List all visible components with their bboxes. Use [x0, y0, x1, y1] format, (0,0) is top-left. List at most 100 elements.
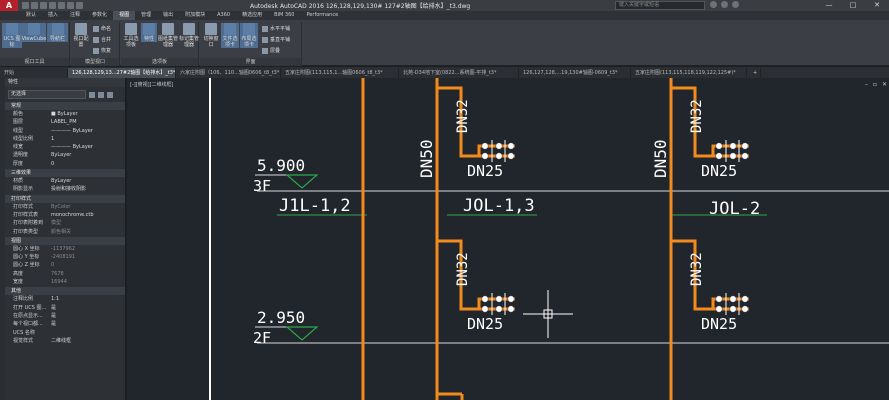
- property-value[interactable]: 16944: [51, 278, 125, 286]
- property-value[interactable]: 1:1: [51, 295, 125, 303]
- ribbon-tab[interactable]: 管理: [135, 11, 157, 20]
- property-row[interactable]: 透明度 ByLayer: [5, 151, 125, 159]
- switch-windows-button[interactable]: 切换窗口: [202, 23, 220, 48]
- property-row[interactable]: 线型比例 1: [5, 135, 125, 143]
- property-value[interactable]: ———— ByLayer: [51, 127, 125, 135]
- join-viewports-button[interactable]: 合并: [93, 36, 111, 43]
- property-section-header[interactable]: 打印样式: [5, 194, 125, 203]
- property-row[interactable]: 图层 LABEL_PM: [5, 118, 125, 126]
- ribbon-tab[interactable]: 注释: [64, 11, 86, 20]
- ribbon-tab[interactable]: 默认: [20, 11, 42, 20]
- property-section-header[interactable]: 其他: [5, 287, 125, 296]
- property-row[interactable]: UCS 名称: [5, 329, 125, 337]
- property-row[interactable]: 宽度 16944: [5, 278, 125, 286]
- document-tab[interactable]: 北苑-D34地下室(0822...系统图-平排_t3*: [399, 67, 519, 78]
- ribbon-tab[interactable]: 精选应用: [236, 11, 268, 20]
- property-row[interactable]: 圆心 Z 坐标 0: [5, 261, 125, 269]
- property-row[interactable]: 高度 7678: [5, 270, 125, 278]
- viewport-restore-icon[interactable]: ▫: [873, 81, 877, 88]
- autocad-logo[interactable]: A: [0, 0, 18, 11]
- toggle-pickadd-icon[interactable]: [89, 91, 95, 98]
- saveas-icon[interactable]: [49, 2, 56, 9]
- quick-select-icon[interactable]: [107, 91, 113, 98]
- property-value[interactable]: 0: [51, 261, 125, 269]
- viewcube-button[interactable]: ViewCube: [22, 23, 46, 42]
- help-icon[interactable]: [732, 1, 739, 8]
- minimize-button[interactable]: —: [817, 0, 841, 11]
- property-value[interactable]: ———— ByLayer: [51, 143, 125, 151]
- property-section-header[interactable]: 常规: [5, 102, 125, 110]
- property-row[interactable]: 打印样式表 monochrome.ctb: [5, 211, 125, 219]
- property-row[interactable]: 打开 UCS 图... 是: [5, 304, 125, 312]
- ribbon-tab[interactable]: 参数化: [86, 11, 113, 20]
- property-value[interactable]: monochrome.ctb: [51, 211, 125, 219]
- new-icon[interactable]: [22, 2, 29, 9]
- property-value[interactable]: ByColor: [51, 203, 125, 211]
- tile-vertical-button[interactable]: 垂直平铺: [262, 36, 290, 43]
- navbar-button[interactable]: 导航栏: [47, 23, 68, 42]
- restore-viewports-button[interactable]: 恢复: [93, 47, 111, 54]
- document-tab[interactable]: 126,127,128,...19,130#轴图-0609_t3*: [519, 67, 631, 78]
- property-value[interactable]: 颜色相关: [51, 228, 125, 236]
- new-tab-button[interactable]: +: [747, 67, 761, 78]
- redo-icon[interactable]: [76, 2, 83, 9]
- property-row[interactable]: 注释比例 1:1: [5, 295, 125, 303]
- print-icon[interactable]: [58, 2, 65, 9]
- property-value[interactable]: 二维线框: [51, 337, 125, 345]
- document-tab[interactable]: 六家庄附图（106、110...轴图0606_t8_t3*: [176, 67, 281, 78]
- property-value[interactable]: 是: [51, 312, 125, 320]
- ribbon-tab[interactable]: BIM 360: [268, 11, 300, 20]
- cascade-button[interactable]: 层叠: [262, 47, 280, 54]
- property-value[interactable]: 是: [51, 304, 125, 312]
- property-row[interactable]: 每个视口都... 是: [5, 320, 125, 328]
- property-value[interactable]: -2408191: [51, 253, 125, 261]
- property-value[interactable]: 是: [51, 320, 125, 328]
- save-icon[interactable]: [40, 2, 47, 9]
- property-value[interactable]: LABEL_PM: [51, 118, 125, 126]
- ribbon-tab[interactable]: 附加模块: [179, 11, 211, 20]
- property-row[interactable]: 圆心 X 坐标 -1137962: [5, 245, 125, 253]
- close-button[interactable]: ✕: [865, 0, 889, 11]
- user-icon[interactable]: [710, 1, 717, 8]
- tool-palettes-button[interactable]: 工具选项板: [122, 23, 140, 48]
- property-section-header[interactable]: 三维效果: [5, 169, 125, 178]
- document-tab[interactable]: 开始: [0, 67, 68, 78]
- property-value[interactable]: -1137962: [51, 245, 125, 253]
- property-row[interactable]: 在原点显示... 是: [5, 312, 125, 320]
- markup-manager-button[interactable]: 标记集管理器: [179, 23, 199, 48]
- property-row[interactable]: 打印表类型 颜色相关: [5, 228, 125, 236]
- property-value[interactable]: 投射和接收阴影: [51, 185, 125, 193]
- property-value[interactable]: 模型: [51, 219, 125, 227]
- named-viewports-button[interactable]: 命名: [93, 25, 111, 32]
- tile-horizontal-button[interactable]: 水平平铺: [262, 25, 290, 32]
- property-section-header[interactable]: 视图: [5, 236, 125, 245]
- ribbon-tab[interactable]: Performance: [300, 11, 344, 20]
- property-value[interactable]: 1: [51, 135, 125, 143]
- property-row[interactable]: 圆心 Y 坐标 -2408191: [5, 253, 125, 261]
- document-tab[interactable]: 五家庄附图(113,115,118,119,122,125#)*: [631, 67, 747, 78]
- property-row[interactable]: 材质 ByLayer: [5, 177, 125, 185]
- property-row[interactable]: 线型 ———— ByLayer: [5, 127, 125, 135]
- property-row[interactable]: 视觉样式 二维线框: [5, 337, 125, 345]
- file-tabs-button[interactable]: 文件选项卡: [221, 23, 239, 48]
- document-tab[interactable]: 126,128,129,13...27#2轴图【给排水】_t3*: [68, 67, 176, 78]
- property-row[interactable]: 阴影显示 投射和接收阴影: [5, 185, 125, 193]
- undo-icon[interactable]: [67, 2, 74, 9]
- viewport-controls-label[interactable]: [-][俯视][二维线框]: [130, 81, 174, 88]
- ribbon-tab[interactable]: 输出: [157, 11, 179, 20]
- selection-dropdown[interactable]: 无选择: [8, 90, 86, 99]
- property-value[interactable]: [51, 329, 125, 337]
- property-value[interactable]: ■ ByLayer: [51, 110, 125, 118]
- sheetset-manager-button[interactable]: 图纸集管理器: [158, 23, 178, 48]
- properties-button[interactable]: 特性: [141, 23, 157, 42]
- layout-tabs-button[interactable]: 布局选项卡: [240, 23, 258, 48]
- drawing-canvas[interactable]: 5.900 3F 2.950 2F J1L-1,2 JOL-1,3 JOL-2 DN50 DN5…: [127, 78, 889, 400]
- search-input[interactable]: 键入关键字或短语: [615, 1, 705, 10]
- ribbon-tab[interactable]: 视图: [113, 11, 136, 20]
- maximize-button[interactable]: □: [841, 0, 865, 11]
- ucs-icon-button[interactable]: UCS 图标: [2, 23, 22, 48]
- property-value[interactable]: 0: [51, 160, 125, 168]
- property-value[interactable]: ByLayer: [51, 177, 125, 185]
- select-objects-icon[interactable]: [98, 91, 104, 98]
- property-row[interactable]: 打印表附着到 模型: [5, 219, 125, 227]
